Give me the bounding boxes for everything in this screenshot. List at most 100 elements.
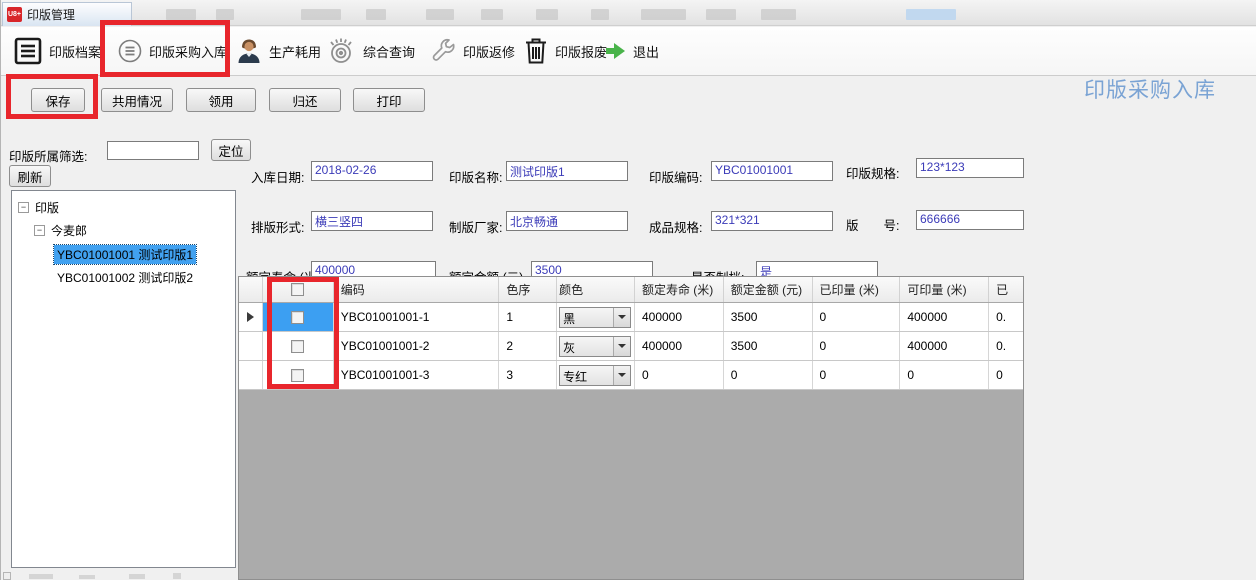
cell-code: YBC01001001-2 [334, 332, 500, 360]
cell-color-seq: 2 [499, 332, 557, 360]
titlebar: U8+ 印版管理 [1, 0, 1256, 26]
grid-header-printable: 可印量 (米) [900, 277, 989, 302]
return-button[interactable]: 归还 [269, 88, 341, 112]
toolbar-plate-scrap-button[interactable]: 印版报废 [519, 30, 611, 72]
borrow-button[interactable]: 领用 [186, 88, 256, 112]
collapse-icon[interactable]: − [34, 225, 45, 236]
collapse-icon[interactable]: − [18, 202, 29, 213]
tree-node-group[interactable]: − 今麦郎 [34, 222, 87, 239]
print-button[interactable]: 打印 [353, 88, 425, 112]
toolbar-comprehensive-query-button[interactable]: 综合查询 [321, 30, 419, 72]
cell-cutoff: 0. [989, 303, 1023, 331]
color-dropdown[interactable]: 黑 [559, 307, 631, 328]
cell-cutoff: 0. [989, 332, 1023, 360]
color-dropdown[interactable]: 专红 [559, 365, 631, 386]
cell-printable: 400000 [900, 332, 989, 360]
cell-code: YBC01001001-1 [334, 303, 500, 331]
main-toolbar: 印版档案 印版采购入库 生产耗用 综合查询 印版返修 [1, 27, 1256, 76]
toolbar-plate-archive-button[interactable]: 印版档案 [9, 30, 105, 72]
tree-node-label-selected: YBC01001001 测试印版1 [54, 245, 196, 264]
toolbar-production-consume-button[interactable]: 生产耗用 [231, 30, 325, 72]
grid-row-2[interactable]: YBC01001001-2 2 灰 400000 3500 0 400000 0… [239, 332, 1023, 361]
toolbar-button-label: 印版采购入库 [149, 42, 227, 61]
plate-name-field[interactable]: 测试印版1 [506, 161, 628, 181]
row-selector-cell[interactable] [239, 361, 263, 389]
row-checkbox[interactable] [291, 340, 304, 353]
row-checkbox[interactable] [291, 311, 304, 324]
background-window-artifact [216, 9, 234, 20]
row-checkbox-cell[interactable] [263, 303, 334, 331]
grid-header-color-seq: 色序 [499, 277, 557, 302]
cell-printable: 400000 [900, 303, 989, 331]
statusbar-artifact [79, 575, 95, 579]
row-checkbox-cell[interactable] [263, 332, 334, 360]
background-window-artifact [641, 9, 686, 20]
plate-number-label: 版 号: [846, 215, 899, 234]
row-selector-cell[interactable] [239, 303, 263, 331]
cell-color-seq: 3 [499, 361, 557, 389]
grid-header-cutoff: 已 [989, 277, 1023, 302]
color-dropdown-value: 专红 [560, 366, 613, 385]
refresh-button[interactable]: 刷新 [9, 165, 51, 187]
plate-spec-label: 印版规格: [846, 163, 899, 182]
plate-filter-input[interactable] [107, 141, 199, 160]
select-all-checkbox[interactable] [291, 283, 304, 296]
plate-management-window: U8+ 印版管理 印版档案 印版采购入库 [0, 0, 1256, 580]
row-selector-cell[interactable] [239, 332, 263, 360]
grid-row-1[interactable]: YBC01001001-1 1 黑 400000 3500 0 400000 0… [239, 303, 1023, 332]
eye-icon [325, 35, 357, 67]
locate-button[interactable]: 定位 [211, 139, 251, 161]
plate-number-field[interactable]: 666666 [916, 210, 1024, 230]
plate-spec-field[interactable]: 123*123 [916, 158, 1024, 178]
cell-rated-amount: 0 [724, 361, 813, 389]
toolbar-button-label: 印版返修 [463, 42, 515, 61]
tree-node-root[interactable]: − 印版 [18, 199, 59, 216]
background-window-artifact [591, 9, 609, 20]
background-window-artifact [166, 9, 196, 20]
product-spec-field[interactable]: 321*321 [711, 211, 833, 231]
window-title: 印版管理 [27, 6, 75, 23]
plate-code-field[interactable]: YBC01001001 [711, 161, 833, 181]
person-icon [235, 37, 263, 65]
grid-row-3[interactable]: YBC01001001-3 3 专红 0 0 0 0 0 [239, 361, 1023, 390]
toolbar-exit-button[interactable]: 退出 [601, 30, 663, 72]
save-button[interactable]: 保存 [31, 88, 85, 112]
page-title: 印版采购入库 [1084, 74, 1216, 104]
tree-node-plate-2[interactable]: YBC01001002 测试印版2 [54, 268, 196, 287]
cell-rated-life: 400000 [635, 332, 724, 360]
shared-status-button[interactable]: 共用情况 [101, 88, 173, 112]
toolbar-purchase-inbound-button[interactable]: 印版采购入库 [113, 30, 231, 72]
tree-node-plate-1[interactable]: YBC01001001 测试印版1 [54, 245, 196, 264]
grid-header-rated-amount: 额定金额 (元) [724, 277, 813, 302]
cell-printable: 0 [900, 361, 989, 389]
statusbar-artifact [129, 574, 145, 579]
grid-header-code: 编码 [334, 277, 500, 302]
color-dropdown[interactable]: 灰 [559, 336, 631, 357]
inbound-date-field[interactable]: 2018-02-26 [311, 161, 433, 181]
toolbar-plate-repair-button[interactable]: 印版返修 [425, 30, 519, 72]
row-checkbox-cell[interactable] [263, 361, 334, 389]
grid-header-printed: 已印量 (米) [813, 277, 901, 302]
background-window-artifact [761, 9, 796, 20]
menu-square-icon [13, 36, 43, 66]
row-checkbox[interactable] [291, 369, 304, 382]
toolbar-button-label: 印版档案 [49, 42, 101, 61]
cell-color: 黑 [557, 303, 635, 331]
background-window-artifact [426, 9, 454, 20]
plate-maker-label: 制版厂家: [449, 217, 502, 236]
window-tab[interactable]: U8+ 印版管理 [2, 2, 132, 26]
toolbar-button-label: 综合查询 [363, 42, 415, 61]
grid-header-rated-life: 额定寿命 (米) [635, 277, 724, 302]
cell-rated-amount: 3500 [724, 332, 813, 360]
background-window-artifact [536, 9, 558, 20]
grid-empty-area [239, 390, 1023, 579]
toolbar-button-label: 印版报废 [555, 42, 607, 61]
cell-printed: 0 [813, 361, 901, 389]
statusbar-artifact [3, 572, 11, 580]
chevron-down-icon[interactable] [613, 308, 630, 327]
plate-maker-field[interactable]: 北京畅通 [506, 211, 628, 231]
layout-form-field[interactable]: 横三竖四 [311, 211, 433, 231]
chevron-down-icon[interactable] [613, 337, 630, 356]
cell-color: 专红 [557, 361, 635, 389]
chevron-down-icon[interactable] [613, 366, 630, 385]
